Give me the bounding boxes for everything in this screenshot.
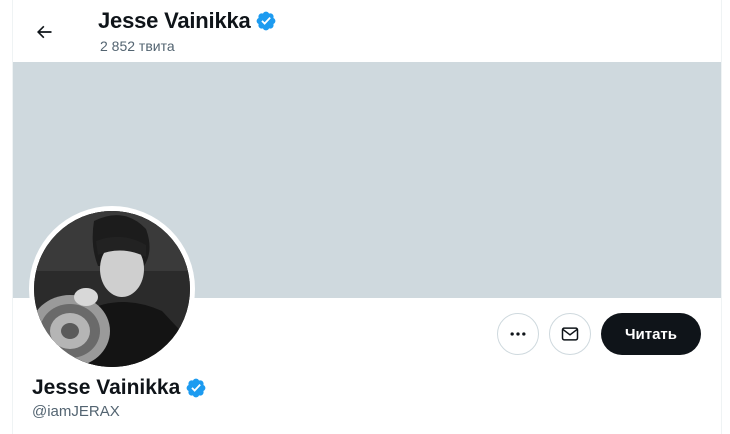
envelope-icon — [561, 327, 579, 341]
tweet-count: 2 852 твита — [100, 38, 175, 54]
verified-badge-icon — [256, 11, 275, 31]
avatar-photo — [34, 211, 190, 367]
profile-name-row: Jesse Vainikka — [32, 375, 207, 401]
profile-header: Jesse Vainikka 2 852 твита — [13, 0, 721, 62]
verified-badge-icon — [186, 378, 206, 398]
avatar-image — [34, 211, 190, 367]
more-horizontal-icon — [510, 332, 526, 336]
back-button[interactable] — [27, 15, 61, 49]
arrow-left-icon — [37, 25, 52, 39]
profile-page: Jesse Vainikka 2 852 твита Читать Jesse … — [12, 0, 722, 434]
header-name: Jesse Vainikka — [98, 8, 251, 33]
header-title: Jesse Vainikka — [98, 7, 277, 35]
message-button[interactable] — [549, 313, 591, 355]
more-button[interactable] — [497, 313, 539, 355]
follow-button[interactable]: Читать — [601, 313, 701, 355]
profile-name: Jesse Vainikka — [32, 376, 181, 399]
profile-handle: @iamJERAX — [32, 403, 120, 420]
avatar[interactable] — [29, 206, 195, 372]
profile-actions: Читать — [497, 313, 701, 355]
